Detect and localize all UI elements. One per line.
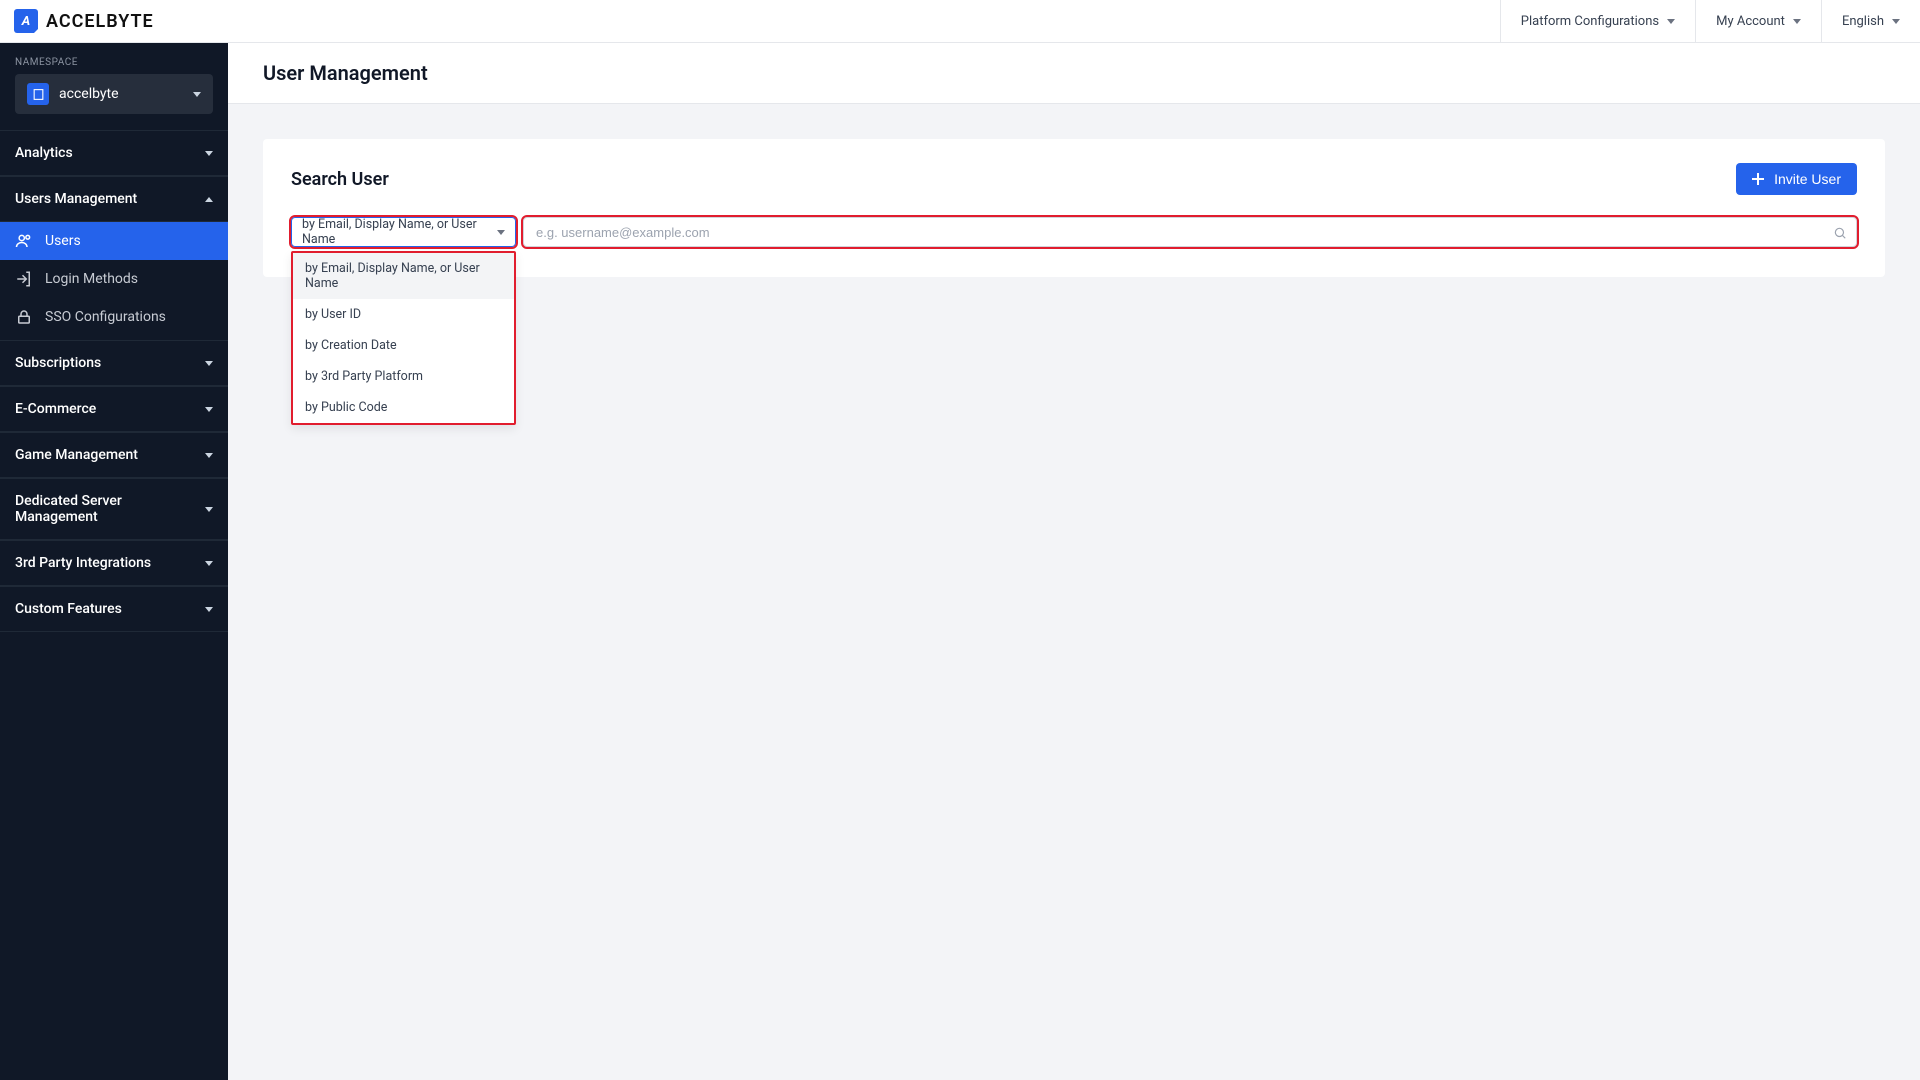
chevron-down-icon xyxy=(497,230,505,235)
my-account-label: My Account xyxy=(1716,14,1785,29)
chevron-down-icon xyxy=(1793,19,1801,24)
dropdown-option-email[interactable]: by Email, Display Name, or User Name xyxy=(293,253,514,299)
chevron-down-icon xyxy=(205,453,213,458)
app-header: A ACCELBYTE Platform Configurations My A… xyxy=(0,0,1920,43)
search-type-value: by Email, Display Name, or User Name xyxy=(302,217,497,247)
main-content: User Management Search User Invite User … xyxy=(228,43,1920,1080)
brand-name: ACCELBYTE xyxy=(46,11,154,32)
brand-logo[interactable]: A ACCELBYTE xyxy=(0,9,228,33)
dropdown-option-public-code[interactable]: by Public Code xyxy=(293,392,514,423)
dropdown-option-creation-date[interactable]: by Creation Date xyxy=(293,330,514,361)
sidebar-item-custom-features[interactable]: Custom Features xyxy=(0,586,228,632)
dropdown-option-userid[interactable]: by User ID xyxy=(293,299,514,330)
sidebar-item-users-management[interactable]: Users Management xyxy=(0,176,228,222)
sidebar: NAMESPACE accelbyte Analytics Users Mana… xyxy=(0,43,228,1080)
namespace-selector[interactable]: accelbyte xyxy=(15,74,213,114)
my-account-menu[interactable]: My Account xyxy=(1695,0,1821,42)
sidebar-item-dedicated-server[interactable]: Dedicated Server Management xyxy=(0,478,228,540)
page-title-bar: User Management xyxy=(228,43,1920,104)
language-label: English xyxy=(1842,14,1884,29)
platform-config-label: Platform Configurations xyxy=(1521,14,1659,29)
search-type-select[interactable]: by Email, Display Name, or User Name xyxy=(291,217,516,247)
search-user-card: Search User Invite User by Email, Displa… xyxy=(263,139,1885,277)
sidebar-item-label: Subscriptions xyxy=(15,355,101,371)
sidebar-item-label: Users Management xyxy=(15,191,137,207)
platform-config-menu[interactable]: Platform Configurations xyxy=(1500,0,1695,42)
language-menu[interactable]: English xyxy=(1821,0,1920,42)
login-icon xyxy=(15,270,33,288)
lock-icon xyxy=(15,308,33,326)
chevron-down-icon xyxy=(205,151,213,156)
sidebar-item-label: Dedicated Server Management xyxy=(15,493,205,525)
sidebar-item-label: Game Management xyxy=(15,447,138,463)
sidebar-item-label: 3rd Party Integrations xyxy=(15,555,151,571)
invite-user-button[interactable]: Invite User xyxy=(1736,163,1857,195)
sidebar-item-label: SSO Configurations xyxy=(45,309,166,325)
sidebar-item-game-management[interactable]: Game Management xyxy=(0,432,228,478)
namespace-value: accelbyte xyxy=(59,86,183,102)
page-title: User Management xyxy=(263,61,1885,85)
invite-user-label: Invite User xyxy=(1774,171,1841,187)
sidebar-item-subscriptions[interactable]: Subscriptions xyxy=(0,340,228,386)
chevron-down-icon xyxy=(205,407,213,412)
chevron-up-icon xyxy=(205,197,213,202)
chevron-down-icon xyxy=(1667,19,1675,24)
brand-mark-icon: A xyxy=(14,9,38,33)
chevron-down-icon xyxy=(205,361,213,366)
namespace-label: NAMESPACE xyxy=(0,43,228,74)
sidebar-sub-users[interactable]: Users xyxy=(0,222,228,260)
sidebar-item-ecommerce[interactable]: E-Commerce xyxy=(0,386,228,432)
sidebar-item-label: Custom Features xyxy=(15,601,122,617)
building-icon xyxy=(27,83,49,105)
card-title: Search User xyxy=(291,169,389,190)
chevron-down-icon xyxy=(1892,19,1900,24)
sidebar-sub-sso[interactable]: SSO Configurations xyxy=(0,298,228,336)
plus-icon xyxy=(1752,173,1764,185)
sidebar-item-label: Analytics xyxy=(15,145,73,161)
sidebar-item-label: Users xyxy=(45,233,81,249)
users-icon xyxy=(15,232,33,250)
sidebar-item-label: Login Methods xyxy=(45,271,138,287)
sidebar-item-3rd-party[interactable]: 3rd Party Integrations xyxy=(0,540,228,586)
chevron-down-icon xyxy=(205,607,213,612)
dropdown-option-3rd-party[interactable]: by 3rd Party Platform xyxy=(293,361,514,392)
search-type-dropdown: by Email, Display Name, or User Name by … xyxy=(291,251,516,425)
chevron-down-icon xyxy=(205,507,213,512)
chevron-down-icon xyxy=(205,561,213,566)
sidebar-item-analytics[interactable]: Analytics xyxy=(0,130,228,176)
search-input[interactable] xyxy=(523,217,1857,247)
chevron-down-icon xyxy=(193,92,201,97)
sidebar-item-label: E-Commerce xyxy=(15,401,96,417)
search-icon[interactable] xyxy=(1833,225,1847,239)
sidebar-sub-login-methods[interactable]: Login Methods xyxy=(0,260,228,298)
